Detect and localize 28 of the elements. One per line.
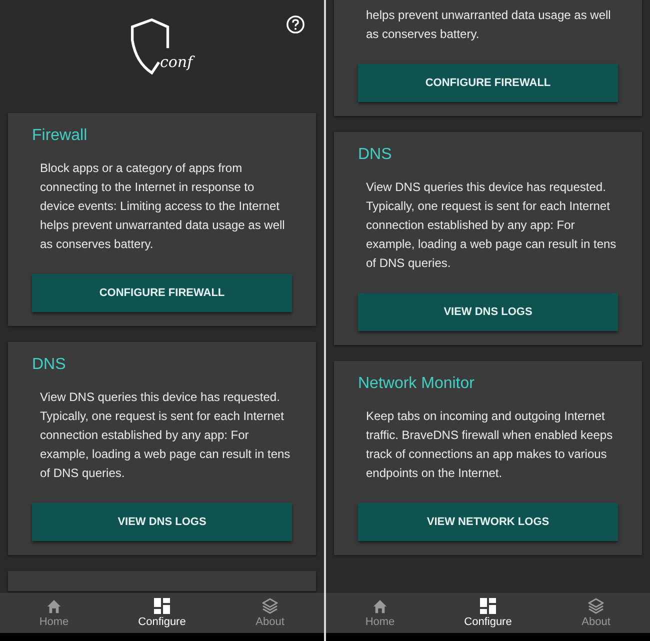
nav-tab[interactable]: Home bbox=[326, 593, 434, 633]
dashboard-icon bbox=[480, 598, 496, 614]
card-title: DNS bbox=[358, 146, 393, 164]
action-button[interactable]: CONFIGURE FIREWALL bbox=[32, 274, 292, 312]
nav-tab[interactable]: Home bbox=[0, 593, 108, 633]
nav-tab[interactable]: Configure bbox=[434, 593, 542, 633]
card-description: helps prevent unwarranted data usage as well as conserves battery. bbox=[365, 7, 612, 43]
card-title: Firewall bbox=[32, 127, 88, 145]
nav-tab[interactable]: About bbox=[216, 593, 324, 633]
card-description: View DNS queries this device has requested. Typically, one request is sent for each Internet connection established by any app: For example, loading a web page can result in tens of DNS queries. bbox=[365, 179, 618, 272]
card-description: Block apps or a category of apps from connecting to the Internet in response to device events: Limiting access to the Internet helps prevent unwarranted data usage as well as conserves battery. bbox=[39, 160, 286, 253]
card-title: DNS bbox=[32, 356, 67, 374]
home-icon bbox=[46, 598, 62, 614]
home-icon bbox=[372, 598, 388, 614]
help-icon[interactable] bbox=[286, 15, 305, 34]
nav-tab[interactable]: About bbox=[542, 593, 650, 633]
action-button[interactable]: VIEW NETWORK LOGS bbox=[358, 503, 618, 541]
layers-icon bbox=[588, 598, 604, 614]
card-description: Keep tabs on incoming and outgoing Internet traffic. BraveDNS firewall when enabled keeps track of connections an app makes to various endpoints on the Internet. bbox=[365, 408, 614, 482]
action-button[interactable]: VIEW DNS LOGS bbox=[358, 293, 618, 331]
logo-text: conf bbox=[160, 53, 193, 71]
action-button[interactable]: CONFIGURE FIREWALL bbox=[358, 64, 618, 102]
nav-tab[interactable]: Configure bbox=[108, 593, 216, 633]
action-button[interactable]: VIEW DNS LOGS bbox=[32, 503, 292, 541]
layers-icon bbox=[262, 598, 278, 614]
card-title: Network Monitor bbox=[358, 375, 476, 393]
card-description: View DNS queries this device has requested. Typically, one request is sent for each Internet connection established by any app: For example, loading a web page can result in tens of DNS queries. bbox=[39, 389, 292, 482]
dashboard-icon bbox=[154, 598, 170, 614]
